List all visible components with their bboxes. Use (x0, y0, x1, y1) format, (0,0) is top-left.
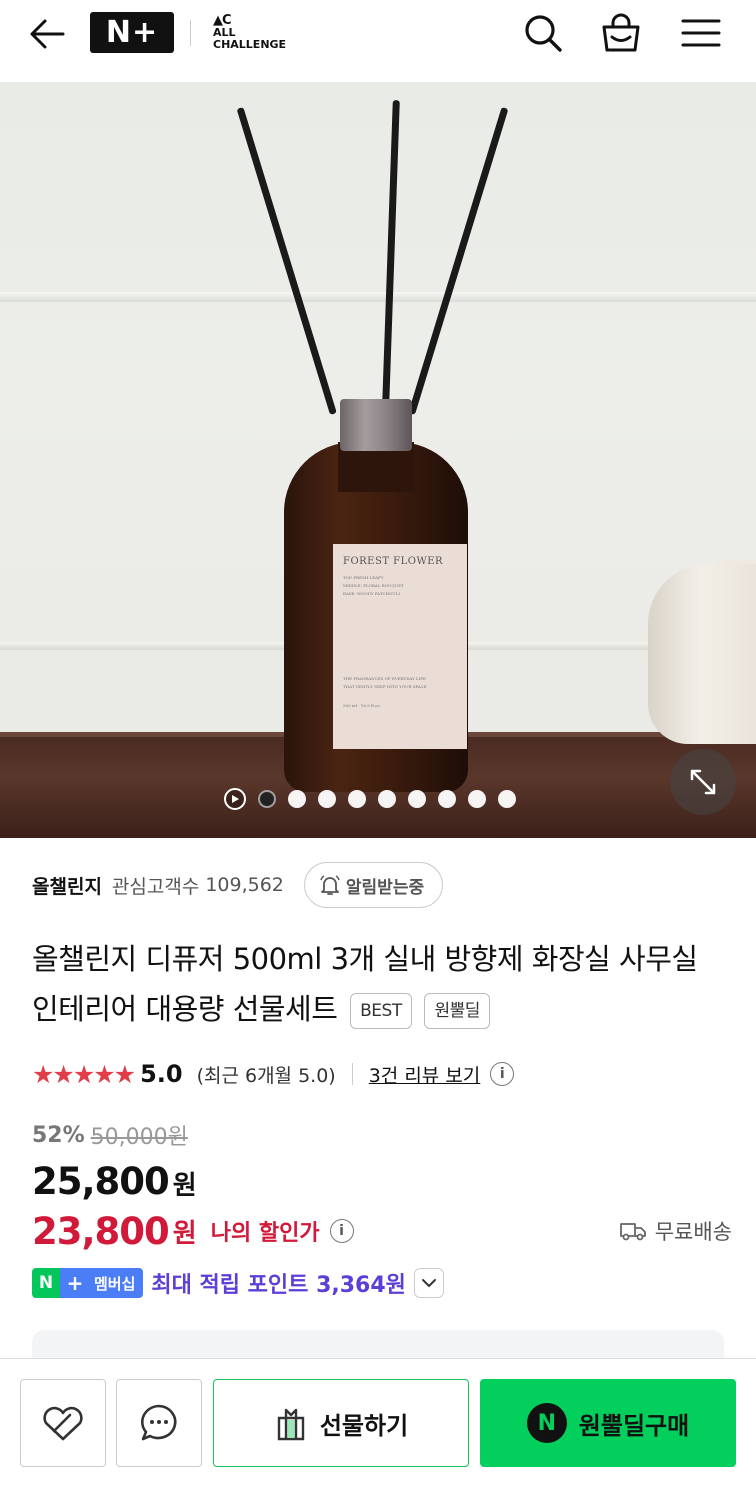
max-points: 최대 적립 포인트 3,364원 (151, 1273, 406, 1298)
cart-button[interactable] (598, 10, 644, 56)
shipping-label: 무료배송 (654, 1220, 732, 1244)
star-rating-icon: ★★★★★ (32, 1059, 136, 1089)
vase (648, 564, 756, 744)
menu-button[interactable] (678, 10, 724, 56)
carousel-dot[interactable] (498, 790, 516, 808)
chevron-down-icon (421, 1279, 436, 1288)
carousel-dot[interactable] (288, 790, 306, 808)
label-title: FOREST FLOWER (343, 556, 444, 567)
product-title: 올챌린지 디퓨저 500ml 3개 실내 방향제 화장실 사무실 인테리어 대용… (32, 934, 722, 1034)
my-price-row: 23,800 원 나의 할인가 i 무료배송 (32, 1206, 732, 1256)
label-tagline: THE FRAGRANCES OF EVERYDAY LIFE (343, 676, 426, 681)
notify-label: 알림받는중 (345, 877, 425, 898)
search-button[interactable] (520, 10, 566, 56)
fans-count: 109,562 (205, 874, 284, 896)
points-expand-button[interactable] (413, 1268, 444, 1298)
recent-rating: (최근 6개월 5.0) (196, 1064, 336, 1087)
store-logo-line2: CHALLENGE (213, 38, 287, 51)
bottle-label: FOREST FLOWER TOP. FRESH LEAFY MIDDLE. F… (333, 544, 467, 749)
label-note: TOP. FRESH LEAFY (343, 575, 384, 580)
discount-row: 52% 50,000원 (32, 1117, 188, 1153)
reed-stick (236, 106, 337, 416)
info-icon[interactable]: i (490, 1062, 515, 1086)
back-arrow-icon (30, 19, 65, 49)
wall-molding (0, 292, 756, 302)
rating-row: ★★★★★ 5.0 (최근 6개월 5.0) 3건 리뷰 보기 i (32, 1055, 515, 1093)
gift-button[interactable]: 선물하기 (213, 1379, 469, 1467)
store-name[interactable]: 올챌린지 (32, 872, 102, 899)
carousel-dot[interactable] (378, 790, 396, 808)
badge-plus: + (60, 1268, 90, 1298)
heart-icon (43, 1406, 83, 1441)
expand-image-button[interactable] (670, 749, 736, 815)
gift-icon (277, 1408, 305, 1441)
inquiry-button[interactable] (116, 1379, 202, 1467)
notify-button[interactable]: 알림받는중 (303, 862, 444, 908)
truck-icon (619, 1223, 646, 1241)
play-button[interactable] (224, 788, 246, 810)
carousel-dot[interactable] (348, 790, 366, 808)
carousel-indicators (224, 787, 516, 811)
currency-unit: 원 (172, 1218, 197, 1249)
sale-price: 25,800 (32, 1160, 170, 1203)
carousel-dot[interactable] (258, 790, 276, 808)
discount-rate: 52% (32, 1122, 85, 1148)
product-image-carousel[interactable]: FOREST FLOWER TOP. FRESH LEAFY MIDDLE. F… (0, 82, 756, 838)
nplus-membership-badge: N + 멤버십 (32, 1268, 144, 1298)
carousel-dot[interactable] (408, 790, 426, 808)
label-volume: 500 ml · 16.9 fl.oz. (343, 703, 381, 708)
review-link[interactable]: 3건 리뷰 보기 (369, 1061, 481, 1088)
gift-label: 선물하기 (319, 1411, 409, 1440)
search-icon (525, 15, 562, 52)
label-tagline: THAT GENTLY SEEP INTO YOUR SPACE (343, 684, 427, 689)
buy-label: 원뿔딜구매 (578, 1411, 690, 1440)
carousel-dot[interactable] (468, 790, 486, 808)
bottom-action-bar: 선물하기 N 원뿔딜구매 (0, 1358, 756, 1492)
buy-button[interactable]: N 원뿔딜구매 (480, 1379, 736, 1467)
sale-price-row: 25,800 원 (32, 1160, 197, 1206)
cart-icon (602, 13, 640, 52)
shipping-info: 무료배송 (619, 1216, 732, 1246)
wishlist-button[interactable] (20, 1379, 106, 1467)
currency-unit: 원 (172, 1171, 197, 1201)
badge-label: 멤버십 (90, 1268, 144, 1298)
membership-row: N + 멤버십 최대 적립 포인트 3,364원 (32, 1266, 444, 1300)
deal-tag: 원뿔딜 (424, 993, 490, 1029)
top-header: N+ ▲C ALL CHALLENGE (0, 0, 756, 82)
back-button[interactable] (24, 12, 70, 56)
menu-icon (681, 19, 721, 47)
reed-stick (408, 106, 509, 416)
info-icon[interactable]: i (329, 1219, 354, 1243)
divider (351, 1063, 353, 1085)
best-tag: BEST (350, 993, 412, 1029)
my-discount-price: 23,800 (32, 1209, 170, 1253)
logo-divider (190, 20, 191, 46)
carousel-dot[interactable] (438, 790, 456, 808)
label-note: BASE. WOODY PATCHOULI (343, 591, 400, 596)
bell-icon (320, 875, 340, 895)
store-row: 올챌린지 관심고객수 109,562 알림받는중 (32, 862, 444, 908)
nplus-logo[interactable]: N+ (90, 12, 174, 53)
rating-score: 5.0 (140, 1060, 183, 1088)
bottle-cap (340, 399, 412, 451)
chat-icon (141, 1404, 177, 1441)
reed-stick (382, 100, 400, 411)
carousel-dot[interactable] (318, 790, 336, 808)
play-icon (232, 795, 239, 803)
original-price: 50,000원 (90, 1125, 188, 1150)
expand-icon (690, 769, 716, 795)
store-logo[interactable]: ▲C ALL CHALLENGE (213, 14, 303, 54)
fans-label: 관심고객수 (111, 875, 200, 898)
label-note: MIDDLE. FLORAL BOUQUET (343, 583, 404, 588)
my-price-label: 나의 할인가 (210, 1221, 320, 1246)
badge-n: N (32, 1268, 60, 1298)
naver-n-icon: N (526, 1403, 567, 1443)
